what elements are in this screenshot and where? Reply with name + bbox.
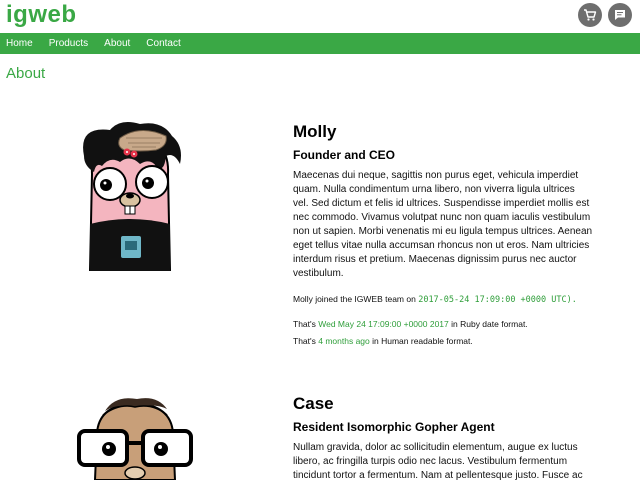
top-bar: igweb [0,0,640,33]
nav-products[interactable]: Products [49,38,88,49]
brand-logo[interactable]: igweb [6,1,77,29]
human-date-line: That's 4 months ago in Human readable fo… [293,336,593,346]
joined-date: 2017-05-24 17:09:00 +0000 UTC). [418,295,577,305]
profile-bio: Maecenas dui neque, sagittis non purus e… [293,170,593,279]
case-avatar [77,398,193,480]
profile-name: Molly [293,122,337,141]
joined-line: Molly joined the IGWEB team on 2017-05-2… [293,294,593,305]
profile-title: Founder and CEO [293,148,395,162]
joined-prefix: Molly joined the IGWEB team on [293,294,419,304]
ruby-date: Wed May 24 17:09:00 +0000 2017 [318,319,449,329]
profile-title: Resident Isomorphic Gopher Agent [293,420,495,434]
nav-about[interactable]: About [104,38,130,49]
human-suffix: in Human readable format. [369,336,473,346]
nav-contact[interactable]: Contact [146,38,180,49]
human-prefix: That's [293,336,319,346]
ruby-suffix: in Ruby date format. [448,319,528,329]
shopping-cart-icon[interactable] [578,3,602,27]
top-icons [578,3,632,27]
chat-icon[interactable] [608,3,632,27]
page-title: About [6,65,46,82]
profile-molly: Molly Founder and CEO Maecenas dui neque… [293,122,593,346]
ruby-prefix: That's [293,319,319,329]
profile-case: Case Resident Isomorphic Gopher Agent Nu… [293,394,593,480]
profile-bio: Nullam gravida, dolor ac sollicitudin el… [293,442,583,480]
profile-name: Case [293,394,334,413]
ruby-date-line: That's Wed May 24 17:09:00 +0000 2017 in… [293,319,593,329]
molly-avatar [83,122,181,271]
main-nav: Home Products About Contact [0,33,640,54]
human-date: 4 months ago [318,336,370,346]
nav-home[interactable]: Home [6,38,33,49]
